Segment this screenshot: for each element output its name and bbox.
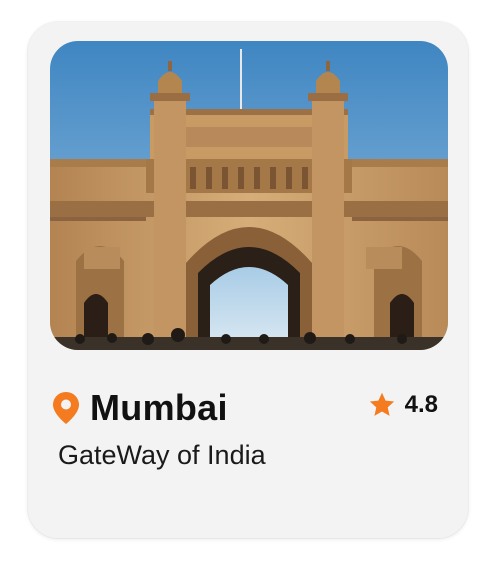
star-icon (368, 391, 396, 419)
city-name: Mumbai (90, 387, 228, 428)
rating: 4.8 (368, 391, 438, 419)
location-pin-icon (52, 391, 80, 425)
rating-value: 4.8 (404, 391, 438, 418)
title-row: Mumbai (52, 387, 228, 428)
landmark-name: GateWay of India (58, 440, 266, 470)
destination-card[interactable]: Mumbai 4.8 GateWay of India (28, 22, 468, 538)
landmark-photo (50, 41, 448, 350)
